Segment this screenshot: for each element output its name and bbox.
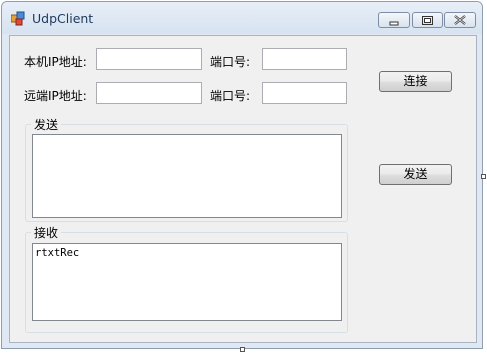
remote-port-input[interactable] <box>262 82 347 104</box>
minimize-icon <box>389 21 399 26</box>
local-port-input[interactable] <box>262 48 347 70</box>
close-icon <box>454 15 466 25</box>
receive-group: 接收 rtxtRec <box>25 224 348 333</box>
send-textbox[interactable] <box>32 134 342 218</box>
receive-textbox[interactable]: rtxtRec <box>32 243 342 321</box>
close-button[interactable] <box>444 12 476 28</box>
resize-handle-bottom[interactable] <box>240 347 245 352</box>
local-ip-input[interactable] <box>96 48 202 70</box>
app-window: UdpClient 本机IP地址: 端口号: 远端IP地址: 端口号: 连接 发… <box>1 1 483 349</box>
local-port-label: 端口号: <box>210 55 251 69</box>
app-icon <box>11 11 25 26</box>
send-group-title: 发送 <box>31 116 62 133</box>
connect-button[interactable]: 连接 <box>379 71 452 92</box>
window-title: UdpClient <box>32 11 94 26</box>
remote-port-label: 端口号: <box>210 89 251 103</box>
receive-group-title: 接收 <box>31 224 62 241</box>
minimize-button[interactable] <box>378 12 410 28</box>
maximize-button[interactable] <box>412 12 443 28</box>
send-button[interactable]: 发送 <box>379 164 452 185</box>
local-ip-label: 本机IP地址: <box>24 55 87 69</box>
maximize-icon <box>422 16 433 25</box>
remote-ip-label: 远端IP地址: <box>24 89 87 103</box>
remote-ip-input[interactable] <box>96 82 202 104</box>
client-area: 本机IP地址: 端口号: 远端IP地址: 端口号: 连接 发送 发送 接收 rt… <box>9 35 477 343</box>
title-bar[interactable]: UdpClient <box>2 2 482 34</box>
resize-handle-right[interactable] <box>481 174 486 179</box>
send-group: 发送 <box>25 116 348 222</box>
